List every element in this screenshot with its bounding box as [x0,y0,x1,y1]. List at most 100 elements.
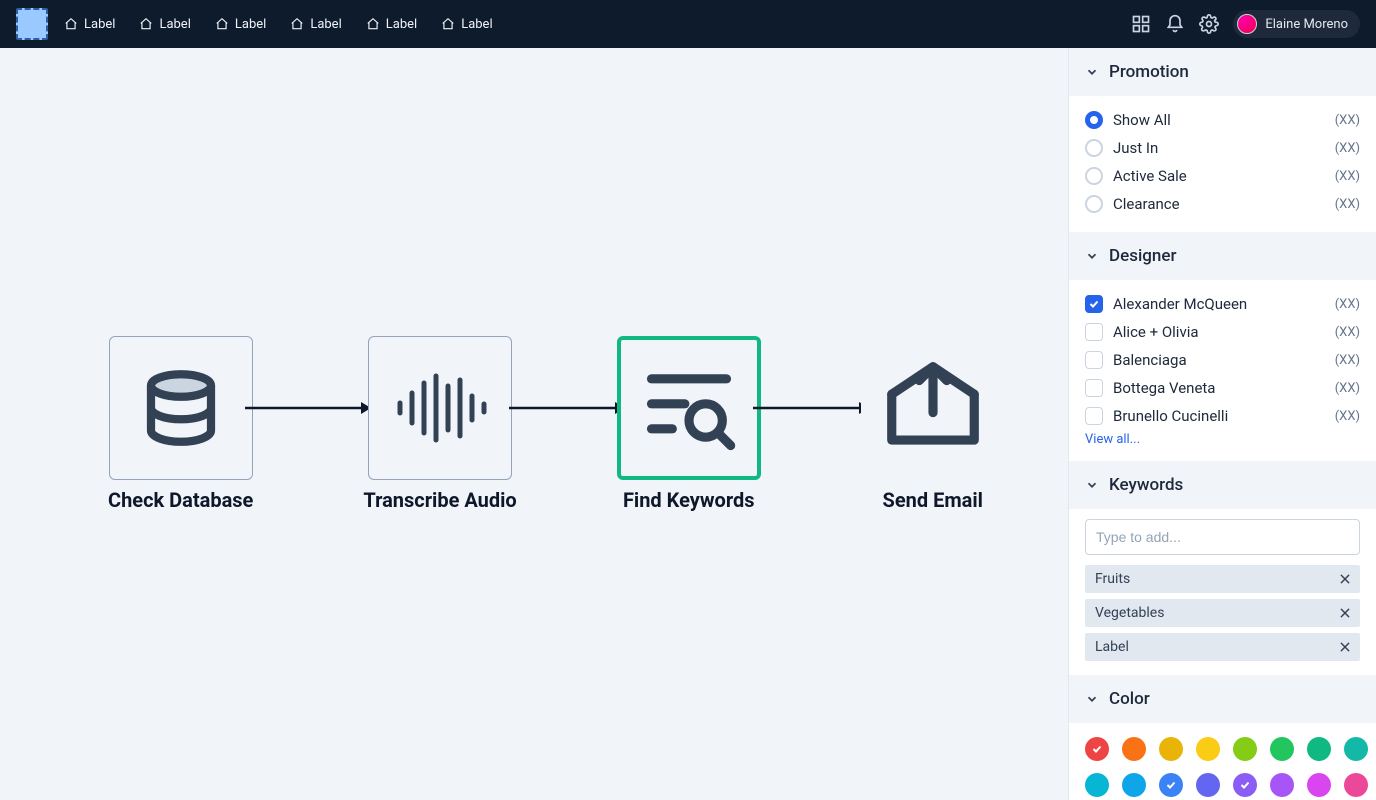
promotion-option-show-all[interactable]: Show All (XX) [1085,106,1360,134]
designer-option-2[interactable]: Balenciaga (XX) [1085,346,1360,374]
close-icon[interactable] [1338,606,1352,620]
section-title: Promotion [1109,62,1189,82]
chevron-down-icon [1085,249,1099,263]
keyword-input[interactable] [1085,519,1360,555]
nav-label: Label [159,17,190,32]
color-swatch-1[interactable] [1122,737,1146,761]
option-label: Alice + Olivia [1113,323,1325,341]
home-icon [215,17,229,31]
color-swatch-5[interactable] [1270,737,1294,761]
option-count: (XX) [1335,197,1360,212]
color-swatch-2[interactable] [1159,737,1183,761]
color-swatch-0[interactable] [1085,737,1109,761]
option-label: Bottega Veneta [1113,379,1325,397]
color-swatch-8[interactable] [1085,773,1109,797]
checkbox-icon [1085,323,1103,341]
option-label: Show All [1113,111,1325,129]
checkbox-icon [1085,407,1103,425]
database-icon [136,363,226,453]
arrow-icon [751,336,871,480]
arrow-icon [507,336,627,480]
section-header-keywords[interactable]: Keywords [1069,461,1376,509]
color-swatch-7[interactable] [1344,737,1368,761]
color-swatch-15[interactable] [1344,773,1368,797]
nav-label: Label [84,17,115,32]
node-check-database[interactable]: Check Database [108,336,253,512]
check-icon [1091,743,1103,755]
promotion-option-clearance[interactable]: Clearance (XX) [1085,190,1360,218]
view-all-link[interactable]: View all... [1085,432,1360,447]
color-swatch-9[interactable] [1122,773,1146,797]
designer-option-1[interactable]: Alice + Olivia (XX) [1085,318,1360,346]
close-icon[interactable] [1338,572,1352,586]
node-label: Check Database [108,488,253,512]
topbar-right: Elaine Moreno [1131,10,1360,38]
chevron-down-icon [1085,692,1099,706]
flow: Check Database [108,336,1005,512]
section-title: Designer [1109,246,1177,266]
node-transcribe-audio[interactable]: Transcribe Audio [363,336,516,512]
color-swatch-3[interactable] [1196,737,1220,761]
gear-icon[interactable] [1199,14,1219,34]
designer-option-3[interactable]: Bottega Veneta (XX) [1085,374,1360,402]
node-box [617,336,761,480]
check-icon [1165,779,1177,791]
color-swatch-12[interactable] [1233,773,1257,797]
color-swatch-10[interactable] [1159,773,1183,797]
color-swatch-11[interactable] [1196,773,1220,797]
designer-option-0[interactable]: Alexander McQueen (XX) [1085,290,1360,318]
flow-canvas[interactable]: Check Database [0,48,1068,800]
option-label: Brunello Cucinelli [1113,407,1325,425]
color-swatch-4[interactable] [1233,737,1257,761]
nav-label: Label [386,17,417,32]
designer-option-4[interactable]: Brunello Cucinelli (XX) [1085,402,1360,430]
apps-icon[interactable] [1131,14,1151,34]
bell-icon[interactable] [1165,14,1185,34]
keywords-panel: Fruits Vegetables Label [1069,509,1376,675]
tag-label: Fruits [1095,571,1130,587]
promotion-option-just-in[interactable]: Just In (XX) [1085,134,1360,162]
topbar: Label Label Label Label Label Label [0,0,1376,48]
tag-label: Label [1095,639,1129,655]
radio-icon [1085,167,1103,185]
node-send-email[interactable]: Send Email [861,336,1005,512]
color-swatch-6[interactable] [1307,737,1331,761]
section-header-color[interactable]: Color [1069,675,1376,723]
section-title: Keywords [1109,475,1183,495]
option-label: Clearance [1113,195,1325,213]
properties-sidebar: Promotion Show All (XX) Just In (XX) Act… [1068,48,1376,800]
user-name: Elaine Moreno [1265,17,1348,32]
nav-item-1[interactable]: Label [139,17,190,32]
nav-item-3[interactable]: Label [290,17,341,32]
nav-item-2[interactable]: Label [215,17,266,32]
option-count: (XX) [1335,297,1360,312]
node-box [861,336,1005,480]
waveform-icon [390,368,490,448]
home-icon [441,17,455,31]
promotion-list: Show All (XX) Just In (XX) Active Sale (… [1069,96,1376,232]
nav-item-4[interactable]: Label [366,17,417,32]
checkbox-icon [1085,351,1103,369]
promotion-option-active-sale[interactable]: Active Sale (XX) [1085,162,1360,190]
section-header-promotion[interactable]: Promotion [1069,48,1376,96]
color-swatch-14[interactable] [1307,773,1331,797]
option-label: Balenciaga [1113,351,1325,369]
section-header-designer[interactable]: Designer [1069,232,1376,280]
nav-item-5[interactable]: Label [441,17,492,32]
app-logo[interactable] [16,8,48,40]
color-grid [1069,723,1376,800]
tag-fruits: Fruits [1085,565,1360,593]
color-swatch-13[interactable] [1270,773,1294,797]
node-find-keywords[interactable]: Find Keywords [617,336,761,512]
user-menu[interactable]: Elaine Moreno [1233,10,1360,38]
nav-item-0[interactable]: Label [64,17,115,32]
radio-icon [1085,195,1103,213]
tag-label: Vegetables [1095,605,1164,621]
home-icon [64,17,78,31]
close-icon[interactable] [1338,640,1352,654]
home-icon [366,17,380,31]
tag-vegetables: Vegetables [1085,599,1360,627]
option-count: (XX) [1335,141,1360,156]
option-label: Alexander McQueen [1113,295,1325,313]
checkbox-icon [1085,295,1103,313]
